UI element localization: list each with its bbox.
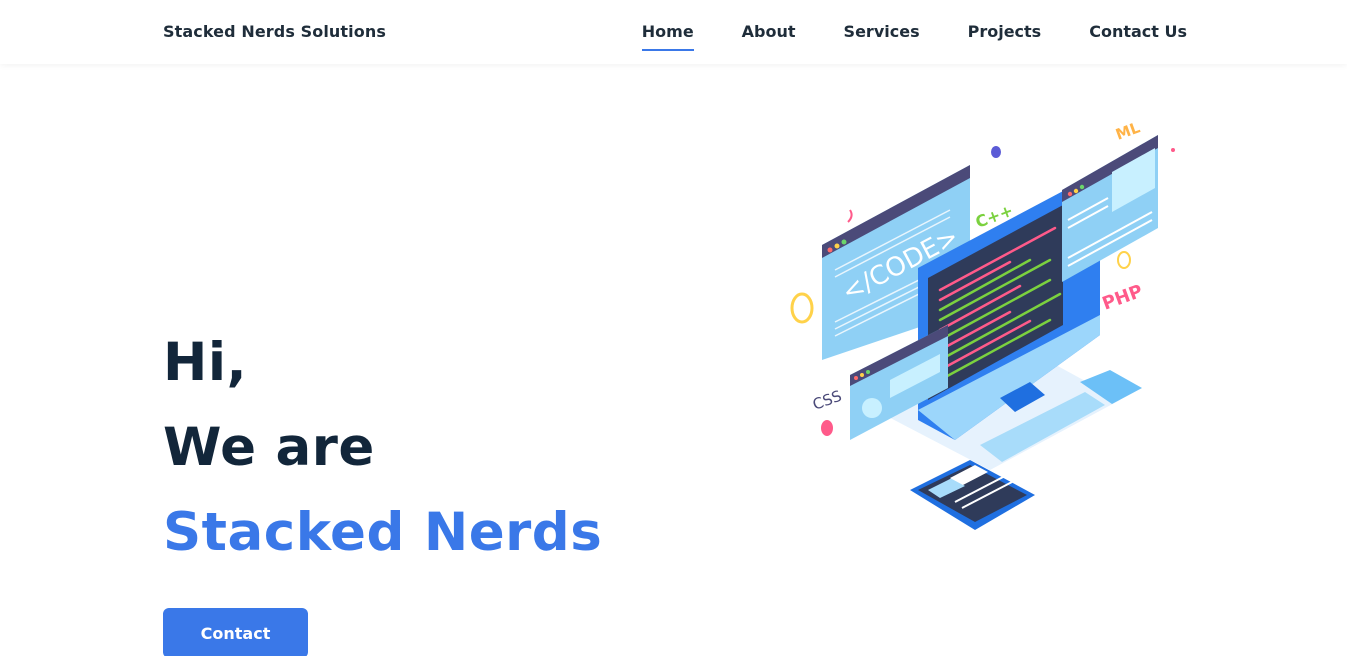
nav-links: Home About Services Projects Contact Us: [641, 22, 1187, 51]
ring-decoration: [790, 292, 814, 324]
css-tag: CSS: [810, 387, 844, 414]
hero-heading: Hi, We are Stacked Nerds: [163, 320, 602, 575]
nav-link-about[interactable]: About: [742, 22, 796, 51]
nav-link-services[interactable]: Services: [844, 22, 920, 51]
nav-link-contact-us[interactable]: Contact Us: [1089, 22, 1187, 51]
php-tag: PHP: [1100, 281, 1146, 315]
nav-link-home[interactable]: Home: [641, 22, 694, 51]
brand-logo-link[interactable]: Stacked Nerds Solutions: [163, 22, 386, 41]
purple-dot: [991, 146, 1001, 158]
browser-window: [1062, 135, 1158, 282]
nav-link-projects[interactable]: Projects: [968, 22, 1042, 51]
xml-tag: ML: [1113, 118, 1143, 143]
pink-dot: [821, 420, 833, 436]
hero-greeting: Hi,: [163, 332, 248, 393]
hero-subheading: We are: [163, 417, 375, 478]
pink-speck: [1171, 148, 1175, 152]
contact-button[interactable]: Contact: [163, 608, 308, 656]
ring-decoration-small: [1117, 251, 1131, 269]
navbar: Stacked Nerds Solutions Home About Servi…: [0, 0, 1347, 64]
tablet: [910, 460, 1035, 530]
developer-workstation-illustration: </CODE> C++ PHP CSS ML: [790, 118, 1175, 530]
pink-squiggle: [847, 209, 853, 223]
hero-company-name: Stacked Nerds: [163, 502, 603, 563]
